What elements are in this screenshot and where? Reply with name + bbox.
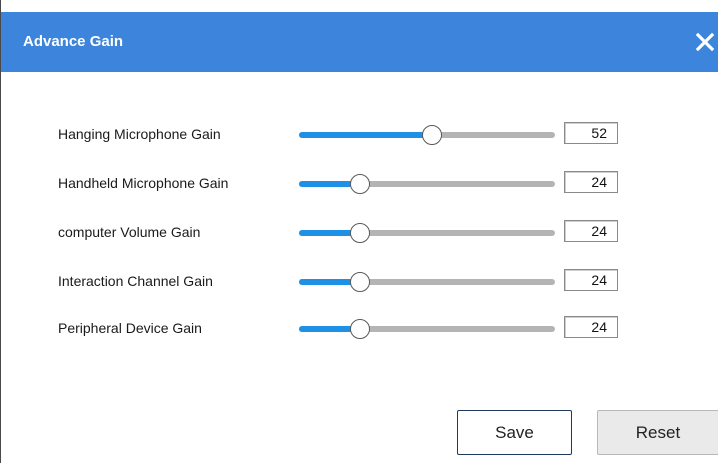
gain-slider[interactable] xyxy=(299,218,555,248)
gain-row-peripheral-device: Peripheral Device Gain xyxy=(1,314,718,344)
gain-slider[interactable] xyxy=(299,120,555,150)
gain-row-hanging-microphone: Hanging Microphone Gain xyxy=(1,120,718,150)
gain-value-input[interactable] xyxy=(564,269,618,291)
gain-slider[interactable] xyxy=(299,267,555,297)
save-button[interactable]: Save xyxy=(457,410,572,455)
gain-row-interaction-channel: Interaction Channel Gain xyxy=(1,267,718,297)
gain-value-input[interactable] xyxy=(564,220,618,242)
gain-label: Hanging Microphone Gain xyxy=(58,126,221,142)
slider-thumb[interactable] xyxy=(350,319,370,339)
gain-label: Handheld Microphone Gain xyxy=(58,175,229,191)
gain-row-computer-volume: computer Volume Gain xyxy=(1,218,718,248)
dialog-title: Advance Gain xyxy=(23,33,124,50)
gain-label: computer Volume Gain xyxy=(58,224,201,240)
close-icon[interactable] xyxy=(691,28,718,56)
slider-thumb[interactable] xyxy=(350,272,370,292)
gain-value-input[interactable] xyxy=(564,171,618,193)
advance-gain-dialog: Advance Gain Hanging Microphone Gain Han… xyxy=(0,0,718,463)
slider-thumb[interactable] xyxy=(350,174,370,194)
slider-thumb[interactable] xyxy=(350,223,370,243)
gain-slider[interactable] xyxy=(299,314,555,344)
reset-button[interactable]: Reset xyxy=(597,410,718,455)
gain-slider[interactable] xyxy=(299,169,555,199)
dialog-titlebar: Advance Gain xyxy=(1,12,718,72)
gain-label: Interaction Channel Gain xyxy=(58,273,213,289)
gain-label: Peripheral Device Gain xyxy=(58,320,202,336)
slider-fill xyxy=(299,132,432,138)
gain-value-input[interactable] xyxy=(564,316,618,338)
slider-thumb[interactable] xyxy=(422,125,442,145)
gain-row-handheld-microphone: Handheld Microphone Gain xyxy=(1,169,718,199)
gain-value-input[interactable] xyxy=(564,122,618,144)
